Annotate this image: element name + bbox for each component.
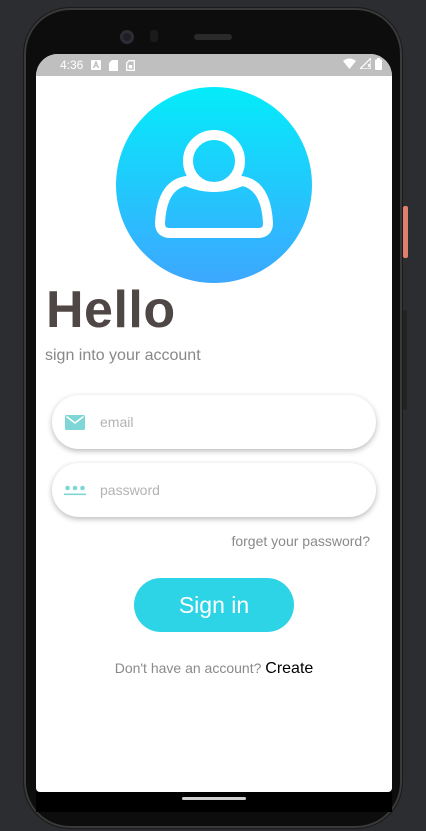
wifi-icon [343,58,356,72]
password-dots-icon [64,484,86,496]
status-right-icons [343,56,382,73]
battery-icon [375,57,382,73]
mail-icon [64,414,86,430]
front-camera [120,30,134,44]
status-bar: 4:36 [36,54,392,76]
navigation-bar [36,792,392,812]
password-input[interactable] [98,481,332,499]
email-input[interactable] [98,413,332,431]
a-notification-icon [91,60,102,70]
user-icon [152,121,276,250]
page-title: Hello [46,281,176,339]
sd-card-icon [109,59,119,71]
sign-in-button[interactable]: Sign in [134,578,294,632]
home-gesture-handle[interactable] [182,797,246,800]
avatar [116,87,312,283]
earpiece-speaker [194,34,232,40]
create-account-link[interactable]: Create [265,660,313,677]
status-time: 4:36 [60,58,84,72]
no-account-text: Don't have an account? [114,660,262,676]
signal-icon [358,56,372,72]
forgot-password-link[interactable]: forget your password? [231,533,370,549]
password-field[interactable] [52,463,376,517]
volume-rocker[interactable] [403,310,407,410]
email-field[interactable] [52,395,376,449]
page-subtitle: sign into your account [45,347,201,364]
app-screen: 4:36 Hello sign into your account email … [36,54,392,792]
sim-icon [126,59,136,71]
signup-row: Don't have an account? Create [36,660,392,678]
proximity-sensor [150,30,158,42]
power-button[interactable] [403,206,408,258]
